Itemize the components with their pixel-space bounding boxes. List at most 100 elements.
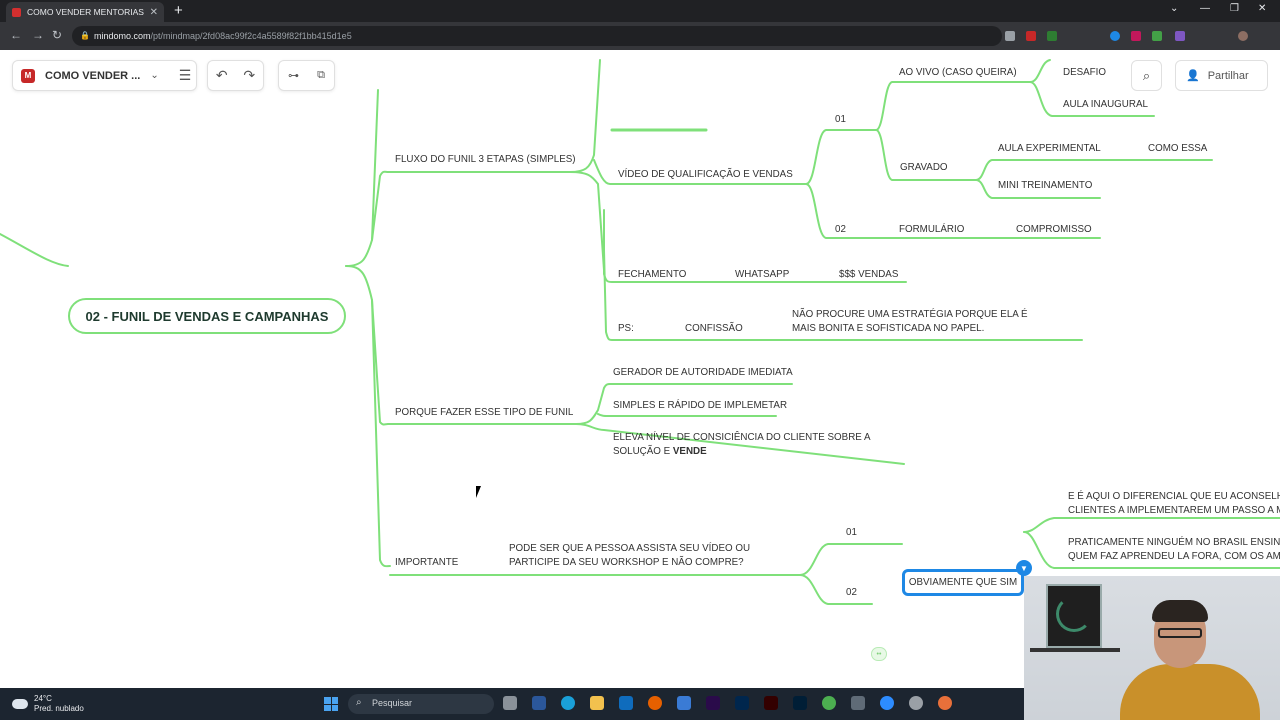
address-bar: ← → ↻ 🔒 mindomo.com/pt/mindmap/2fd08ac99… <box>0 22 1280 50</box>
add-subtopic-icon[interactable]: ⧉ <box>317 69 325 82</box>
topic-01[interactable]: 01 <box>835 113 846 127</box>
topic-nao-procure[interactable]: NÃO PROCURE UMA ESTRATÉGIA PORQUE ELA É … <box>792 308 1052 335</box>
webcam-overlay <box>1024 576 1280 720</box>
audition-icon[interactable] <box>735 696 749 710</box>
app-icon[interactable] <box>938 696 952 710</box>
topic-porque-fazer[interactable]: PORQUE FAZER ESSE TIPO DE FUNIL <box>395 406 573 420</box>
topic-importante[interactable]: IMPORTANTE <box>395 556 458 570</box>
minimize-icon[interactable]: — <box>1200 3 1210 14</box>
topic-fechamento[interactable]: FECHAMENTO <box>618 268 686 282</box>
topic-como-essa[interactable]: COMO ESSA <box>1148 142 1207 156</box>
tab-title: COMO VENDER MENTORIAS E PR <box>27 7 144 17</box>
topic-01-bottom[interactable]: 01 <box>846 526 857 540</box>
file-explorer-icon[interactable] <box>590 696 604 710</box>
photoshop-icon[interactable] <box>793 696 807 710</box>
task-view-icon[interactable] <box>503 696 517 710</box>
map-title-toolbar: M COMO VENDER ... ⌄ ☰ <box>12 60 197 91</box>
maximize-icon[interactable]: ❐ <box>1230 3 1239 14</box>
close-window-icon[interactable]: ✕ <box>1258 3 1266 14</box>
undo-icon[interactable]: ↶ <box>216 67 228 84</box>
topic-confissao[interactable]: CONFISSÃO <box>685 322 743 336</box>
topic-simples[interactable]: SIMPLES E RÁPIDO DE IMPLEMETAR <box>613 399 787 413</box>
extension-icon[interactable] <box>1005 31 1015 41</box>
topic-02[interactable]: 02 <box>835 223 846 237</box>
premiere-icon[interactable] <box>706 696 720 710</box>
map-title[interactable]: COMO VENDER ... <box>45 70 140 82</box>
cloud-icon <box>12 699 28 709</box>
extension-icon[interactable] <box>1131 31 1141 41</box>
add-topic-icon[interactable]: ⊶ <box>288 69 299 82</box>
extension-icon[interactable] <box>1175 31 1185 41</box>
illustrator-icon[interactable] <box>764 696 778 710</box>
calculator-icon[interactable] <box>851 696 865 710</box>
collapse-toggle-icon[interactable]: ▼ <box>1016 560 1032 576</box>
redo-icon[interactable]: ↷ <box>243 67 255 84</box>
taskbar-search[interactable]: ⌕ Pesquisar <box>348 694 494 714</box>
tab-search-chevron-icon[interactable]: ⌄ <box>1170 3 1178 14</box>
topic-diferencial[interactable]: E É AQUI O DIFERENCIAL QUE EU ACONSELHO … <box>1068 490 1280 517</box>
presenter-glasses <box>1158 628 1202 638</box>
wall-frame <box>1046 584 1102 648</box>
topic-gerador[interactable]: GERADOR DE AUTORIDADE IMEDIATA <box>613 366 793 380</box>
topic-whatsapp[interactable]: WHATSAPP <box>735 268 789 282</box>
search-icon: ⌕ <box>1142 67 1151 83</box>
chrome-icon[interactable] <box>822 696 836 710</box>
extension-icon[interactable] <box>1047 31 1057 41</box>
topic-aula-inaugural[interactable]: AULA INAUGURAL <box>1063 98 1148 112</box>
new-tab-button[interactable]: + <box>174 2 183 19</box>
url-field[interactable]: 🔒 mindomo.com/pt/mindmap/2fd08ac99f2c4a5… <box>72 26 1002 46</box>
central-topic[interactable]: 02 - FUNIL DE VENDAS E CAMPANHAS <box>68 298 346 334</box>
topic-eleva-bold: VENDE <box>672 445 707 457</box>
word-icon[interactable] <box>532 696 546 710</box>
topic-praticamente[interactable]: PRATICAMENTE NINGUÉM NO BRASIL ENSINA QU… <box>1068 536 1280 563</box>
windows-taskbar: 24°C Pred. nublado ⌕ Pesquisar <box>0 688 1024 720</box>
back-icon[interactable]: ← <box>10 28 22 42</box>
shelf <box>1030 648 1120 652</box>
zoom-icon[interactable] <box>880 696 894 710</box>
share-button[interactable]: 👤 Partilhar <box>1175 60 1268 91</box>
extension-icon[interactable] <box>1110 31 1120 41</box>
topic-vendas[interactable]: $$$ VENDAS <box>839 268 898 282</box>
browser-tab[interactable]: COMO VENDER MENTORIAS E PR ✕ <box>6 2 164 22</box>
extension-icon[interactable] <box>1026 31 1036 41</box>
presenter-hair <box>1152 600 1208 622</box>
topic-pode-ser[interactable]: PODE SER QUE A PESSOA ASSISTA SEU VÍDEO … <box>509 542 799 569</box>
chevron-down-icon[interactable]: ⌄ <box>150 70 158 81</box>
topic-formulario[interactable]: FORMULÁRIO <box>899 223 964 237</box>
forward-icon[interactable]: → <box>32 28 44 42</box>
mindomo-favicon-icon <box>12 7 21 17</box>
notepad-icon[interactable] <box>677 696 691 710</box>
topic-obviamente-selected[interactable]: OBVIAMENTE QUE SIM <box>902 569 1024 596</box>
windows-start-icon[interactable] <box>324 697 338 711</box>
expand-branch-icon[interactable]: •• <box>871 647 887 661</box>
topic-eleva[interactable]: ELEVA NÍVEL DE CONSICIÊNCIA DO CLIENTE S… <box>613 431 873 458</box>
mouse-cursor <box>476 486 481 498</box>
store-icon[interactable] <box>619 696 633 710</box>
app-icon[interactable] <box>909 696 923 710</box>
topic-mini-treinamento[interactable]: MINI TREINAMENTO <box>998 179 1092 193</box>
topic-ps[interactable]: PS: <box>618 322 634 336</box>
weather-widget[interactable]: 24°C Pred. nublado <box>12 694 84 714</box>
topic-eleva-text: ELEVA NÍVEL DE CONSICIÊNCIA DO CLIENTE S… <box>613 432 870 457</box>
topic-aula-experimental[interactable]: AULA EXPERIMENTAL <box>998 142 1101 156</box>
topic-video-qualificacao[interactable]: VÍDEO DE QUALIFICAÇÃO E VENDAS <box>618 168 793 182</box>
presenter-body <box>1120 664 1260 720</box>
search-button[interactable]: ⌕ <box>1131 60 1162 91</box>
menu-icon[interactable]: ☰ <box>179 67 192 84</box>
mindomo-logo-icon[interactable]: M <box>21 68 35 83</box>
reload-icon[interactable]: ↻ <box>52 28 62 42</box>
edge-icon[interactable] <box>561 696 575 710</box>
firefox-icon[interactable] <box>648 696 662 710</box>
profile-avatar-icon[interactable] <box>1238 31 1248 41</box>
topic-gravado[interactable]: GRAVADO <box>900 161 948 175</box>
extension-icon[interactable] <box>1152 31 1162 41</box>
taskbar-search-label: Pesquisar <box>372 698 413 708</box>
topic-desafio[interactable]: DESAFIO <box>1063 66 1106 80</box>
tab-close-icon[interactable]: ✕ <box>150 7 158 18</box>
topic-fluxo-funil[interactable]: FLUXO DO FUNIL 3 ETAPAS (SIMPLES) <box>395 153 576 167</box>
topic-compromisso[interactable]: COMPROMISSO <box>1016 223 1092 237</box>
url-path: /pt/mindmap/2fd08ac99f2c4a5589f82f1bb415… <box>150 31 352 41</box>
topic-ao-vivo[interactable]: AO VIVO (CASO QUEIRA) <box>899 66 1017 80</box>
topic-02-bottom[interactable]: 02 <box>846 586 857 600</box>
lock-icon: 🔒 <box>80 31 90 40</box>
